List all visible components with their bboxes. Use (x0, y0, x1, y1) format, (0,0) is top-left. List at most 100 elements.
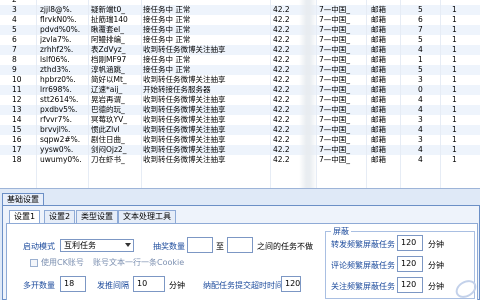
count-cell: 4 (418, 45, 423, 54)
row-number: 16 (12, 135, 22, 144)
ip-cell: 42.2 (273, 35, 290, 44)
table-row[interactable]: 14 rfvvr7%. 冥莓玖YV_ 收到转任务微博关注抽享 42.2 7—中国_ 邮箱 3 1 (0, 115, 480, 125)
block-comment-input[interactable]: 120 (397, 256, 423, 272)
grab-count-from-input[interactable] (187, 237, 213, 253)
location-cell: 7—中国_ (319, 25, 351, 34)
block-forward-unit: 分钟 (428, 240, 444, 249)
flag-cell: 1 (452, 55, 457, 64)
account-cell: zjjl8@%. (40, 5, 72, 14)
ip-cell: 42.2 (273, 25, 290, 34)
table-row[interactable]: 13 pxdbv5%. 巴德的玩_ 收到转任务微博关注抽享 42.2 7—中国_ 邮箱 4 1 (0, 105, 480, 115)
send-interval-input[interactable]: 10 (133, 276, 165, 292)
grab-count-suffix: 之间的任务不做 (257, 242, 313, 251)
ip-cell: 42.2 (273, 45, 290, 54)
table-row[interactable]: 4 flrvkN0%. 扯筋瑞140 接任务中 正常 42.2 7—中国_ 邮箱 6 1 (0, 15, 480, 25)
table-row[interactable]: 12 stt2614%. 晃岩再谓_ 收到转任务微博关注抽享 42.2 7—中国_ 邮箱 4 1 (0, 95, 480, 105)
status-cell: 收到转任务微博关注抽享 (143, 115, 226, 124)
table-row[interactable]: 5 pdvd%0%. 瞅覆套el_ 接任务中 正常 42.2 7—中国_ 邮箱 7 1 (0, 25, 480, 35)
concurrency-input[interactable]: 18 (60, 276, 86, 292)
type-cell: 邮箱 (371, 5, 386, 14)
location-cell: 7—中国_ (319, 115, 351, 124)
table-row[interactable]: 8 lslf06%. 档刚MF97 接任务中 正常 42.2 7—中国_ 邮箱 1 1 (0, 55, 480, 65)
status-cell: 收到转任务微博关注抽享 (143, 145, 226, 154)
ip-cell: 42.2 (273, 15, 290, 24)
status-cell: 接任务中 正常 (143, 5, 191, 14)
block-forward-input[interactable]: 120 (397, 235, 423, 251)
nickname-cell: 冥莓玖YV_ (91, 115, 127, 124)
tab-text-tools[interactable]: 文本处理工具 (118, 210, 176, 223)
flag-cell: 1 (452, 125, 457, 134)
ip-cell: 42.2 (273, 125, 290, 134)
row-number: 11 (12, 85, 22, 94)
submit-time-input[interactable]: 120 (281, 276, 301, 292)
flag-cell: 1 (452, 5, 457, 14)
nickname-cell: 档刚MF97 (91, 55, 127, 64)
count-cell: 0 (418, 85, 423, 94)
account-cell: sqpw2#%. (40, 135, 81, 144)
table-row[interactable]: 16 sqpw2#%. 剧住日曲_ 收到转任务微博关注抽享 42.2 7—中国_ 邮箱 3 1 (0, 135, 480, 145)
column-divider (36, 0, 37, 188)
nickname-cell: 晃岩再谓_ (91, 95, 125, 104)
table-row[interactable]: 10 hpbrz0%. 简好以Mt_ 收到转任务微博关注抽享 42.2 7—中国_ 邮箱 3 1 (0, 75, 480, 85)
task-table: 23zjjl8@%.疑新端t0_接任务中 正常42.27—中国_邮箱514flr… (0, 0, 480, 189)
type-cell: 邮箱 (371, 15, 386, 24)
status-cell: 接任务中 正常 (143, 15, 191, 24)
account-cell: yysw0%. (40, 145, 74, 154)
type-cell: 邮箱 (371, 35, 386, 44)
ip-cell: 42.2 (273, 85, 290, 94)
type-cell: 邮箱 (371, 155, 386, 164)
grab-count-to-input[interactable] (227, 237, 253, 253)
flag-cell: 1 (452, 135, 457, 144)
minute-label: 分钟 (169, 281, 185, 290)
location-cell: 7—中国_ (319, 155, 351, 164)
row-number: 14 (12, 115, 22, 124)
type-cell: 邮箱 (371, 55, 386, 64)
block-follow-input[interactable]: 120 (397, 277, 423, 293)
type-cell: 邮箱 (371, 65, 386, 74)
flag-cell: 1 (452, 115, 457, 124)
location-cell: 7—中国_ (319, 55, 351, 64)
basic-settings-title: 基础设置 (2, 193, 44, 205)
table-row[interactable]: 15 brvvjl%. 惯此Zlvl 收到转任务微博关注抽享 42.2 7—中国_ 邮箱 4 1 (0, 125, 480, 135)
location-cell: 7—中国_ (319, 65, 351, 74)
tab-type-settings[interactable]: 类型设置 (76, 210, 118, 223)
use-ck-checkbox[interactable] (30, 259, 38, 267)
flag-cell: 1 (452, 65, 457, 74)
chevron-down-icon (125, 243, 131, 247)
table-row[interactable]: 17 yysw0%. 剑闷Ojz2_ 收到转任务微博关注抽享 42.2 7—中国_ 邮箱 4 1 (0, 145, 480, 155)
count-cell: 5 (418, 5, 423, 14)
account-cell: pdvd%0%. (40, 25, 81, 34)
block-comment-unit: 分钟 (428, 261, 444, 270)
nickname-cell: 巴德的玩_ (91, 105, 125, 114)
count-cell: 5 (418, 65, 423, 74)
to-label: 至 (216, 242, 224, 251)
flag-cell: 1 (452, 45, 457, 54)
ip-cell: 42.2 (273, 135, 290, 144)
tab-settings-1[interactable]: 设置1 (9, 210, 41, 224)
count-cell: 6 (418, 15, 423, 24)
flag-cell: 1 (452, 95, 457, 104)
table-row[interactable]: 11 lrr698%. 辽速*aij_ 开始转接任务服务器 42.2 7—中国_ 邮箱 0 1 (0, 85, 480, 95)
tab-settings-2[interactable]: 设置2 (44, 210, 76, 223)
row-number: 7 (12, 45, 17, 54)
submit-time-label: 纳配任务提交超时时间 (203, 281, 283, 290)
row-number: 4 (12, 15, 17, 24)
account-cell: lrr698%. (40, 85, 72, 94)
table-row[interactable]: 3 zjjl8@%. 疑新端t0_ 接任务中 正常 42.2 7—中国_ 邮箱 5 1 (0, 5, 480, 15)
location-cell: 7—中国_ (319, 105, 351, 114)
count-cell: 3 (418, 115, 423, 124)
status-cell: 接任务中 正常 (143, 65, 191, 74)
table-row[interactable]: 18 uwumy0%. 刀在虾书_ 收到转任务微博关注抽享 42.2 7—中国_ 邮箱 4 1 (0, 155, 480, 165)
table-row[interactable]: 6 jzvla7%. 阿鳗排编_ 接任务中 正常 42.2 7—中国_ 邮箱 5 1 (0, 35, 480, 45)
row-number: 15 (12, 125, 22, 134)
row-number: 3 (12, 5, 17, 14)
flag-cell: 1 (452, 25, 457, 34)
launch-mode-select[interactable]: 互利任务 (60, 239, 134, 252)
nickname-cell: 惯此Zlvl (91, 125, 120, 134)
nickname-cell: 淳帆涵跳_ (91, 65, 125, 74)
concurrency-label: 多开数量 (23, 281, 55, 290)
nickname-cell: 瞅覆套el_ (91, 25, 124, 34)
table-row[interactable]: 7 zrhhf2%. 表ZdVyz_ 收到转任务微博关注抽享 42.2 7—中国_ 邮箱 4 1 (0, 45, 480, 55)
table-row[interactable]: 9 zthd3%. 淳帆涵跳_ 接任务中 正常 42.2 7—中国_ 邮箱 5 1 (0, 65, 480, 75)
account-cell: rfvvr7%. (40, 115, 72, 124)
